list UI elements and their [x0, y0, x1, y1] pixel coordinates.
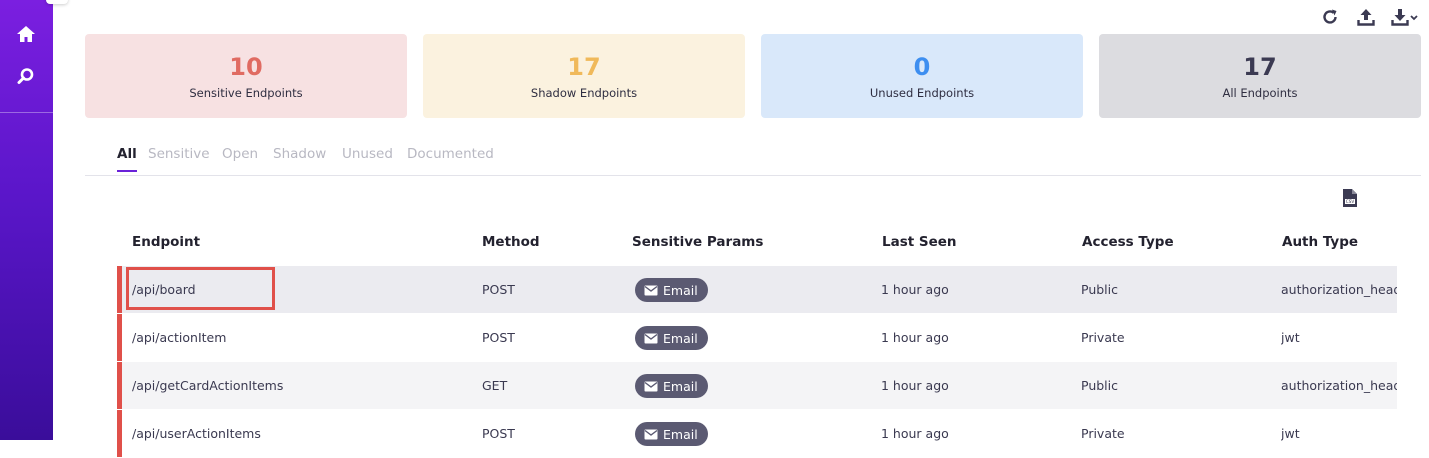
auth-type-cell: jwt: [1281, 330, 1300, 345]
table-row[interactable]: /api/actionItem POST Email 1 hour ago Pr…: [117, 314, 1397, 362]
table-row[interactable]: /api/getCardActionItems GET Email 1 hour…: [117, 362, 1397, 410]
sensitive-indicator: [117, 266, 122, 313]
endpoints-table: Endpoint Method Sensitive Params Last Seen A…: [117, 222, 1397, 458]
last-seen-cell: 1 hour ago: [881, 378, 949, 393]
card-value: 10: [229, 52, 263, 81]
endpoint-cell[interactable]: /api/board: [132, 282, 196, 297]
envelope-icon: [644, 381, 658, 391]
table-body: /api/board POST Email 1 hour ago Public …: [117, 266, 1397, 458]
column-header[interactable]: Method: [482, 234, 540, 250]
sidebar-collapse-handle[interactable]: [46, 0, 68, 4]
toolbar: [1319, 6, 1419, 28]
method-cell: POST: [482, 426, 515, 441]
table-header: Endpoint Method Sensitive Params Last Seen A…: [117, 222, 1397, 266]
sidebar-divider: [0, 112, 53, 113]
last-seen-cell: 1 hour ago: [881, 426, 949, 441]
param-label: Email: [663, 282, 698, 298]
access-type-cell: Private: [1081, 426, 1125, 441]
card-value: 17: [1243, 52, 1277, 81]
card-value: 0: [913, 52, 931, 81]
last-seen-cell: 1 hour ago: [881, 282, 949, 297]
summary-cards: 10 Sensitive Endpoints 17 Shadow Endpoint…: [85, 34, 1421, 118]
sensitive-indicator: [117, 314, 122, 361]
envelope-icon: [644, 333, 658, 343]
column-header[interactable]: Access Type: [1082, 234, 1174, 250]
card-label: Shadow Endpoints: [530, 85, 638, 100]
sensitive-indicator: [117, 410, 122, 457]
sensitive-indicator: [117, 362, 122, 409]
table-row[interactable]: /api/board POST Email 1 hour ago Public …: [117, 266, 1397, 314]
endpoint-cell[interactable]: /api/userActionItems: [132, 426, 261, 441]
auth-type-cell: jwt: [1281, 426, 1300, 441]
access-type-cell: Public: [1081, 378, 1118, 393]
tab-sensitive[interactable]: Sensitive: [148, 146, 210, 172]
upload-icon[interactable]: [1355, 6, 1377, 28]
column-header[interactable]: Auth Type: [1282, 234, 1358, 250]
card-label: Sensitive Endpoints: [189, 85, 303, 100]
sensitive-param-badge[interactable]: Email: [635, 422, 708, 446]
search-icon[interactable]: [14, 64, 38, 88]
summary-card[interactable]: 17 All Endpoints: [1099, 34, 1421, 118]
param-label: Email: [663, 378, 698, 394]
summary-card[interactable]: 10 Sensitive Endpoints: [85, 34, 407, 118]
csv-export-icon[interactable]: CSV: [1342, 188, 1358, 208]
card-label: Unused Endpoints: [869, 85, 975, 100]
sidebar: [0, 0, 68, 440]
endpoint-cell[interactable]: /api/getCardActionItems: [132, 378, 283, 393]
method-cell: GET: [482, 378, 508, 393]
refresh-icon[interactable]: [1319, 6, 1341, 28]
sensitive-param-badge[interactable]: Email: [635, 278, 708, 302]
sensitive-param-badge[interactable]: Email: [635, 326, 708, 350]
tab-unused[interactable]: Unused: [342, 146, 393, 172]
method-cell: POST: [482, 330, 515, 345]
chevron-down-icon: [1410, 15, 1418, 21]
summary-card[interactable]: 0 Unused Endpoints: [761, 34, 1083, 118]
last-seen-cell: 1 hour ago: [881, 330, 949, 345]
column-header[interactable]: Last Seen: [882, 234, 957, 250]
access-type-cell: Public: [1081, 282, 1118, 297]
envelope-icon: [644, 429, 658, 439]
tab-shadow[interactable]: Shadow: [273, 146, 326, 172]
method-cell: POST: [482, 282, 515, 297]
svg-text:CSV: CSV: [1346, 199, 1355, 204]
column-header[interactable]: Sensitive Params: [632, 234, 763, 250]
envelope-icon: [644, 285, 658, 295]
column-header[interactable]: Endpoint: [132, 234, 200, 250]
tab-open[interactable]: Open: [222, 146, 258, 172]
card-value: 17: [567, 52, 601, 81]
auth-type-cell: authorization_header: [1281, 378, 1397, 393]
param-label: Email: [663, 426, 698, 442]
summary-card[interactable]: 17 Shadow Endpoints: [423, 34, 745, 118]
param-label: Email: [663, 330, 698, 346]
sensitive-param-badge[interactable]: Email: [635, 374, 708, 398]
download-icon[interactable]: [1391, 6, 1419, 28]
tab-all[interactable]: All: [117, 146, 137, 172]
endpoint-cell[interactable]: /api/actionItem: [132, 330, 226, 345]
access-type-cell: Private: [1081, 330, 1125, 345]
auth-type-cell: authorization_header: [1281, 282, 1397, 297]
card-label: All Endpoints: [1222, 85, 1298, 100]
endpoint-tabs: All Sensitive Open Shadow Unused Documented: [85, 140, 1421, 176]
home-icon[interactable]: [14, 22, 38, 46]
tab-documented[interactable]: Documented: [407, 146, 494, 172]
table-row[interactable]: /api/userActionItems POST Email 1 hour a…: [117, 410, 1397, 458]
